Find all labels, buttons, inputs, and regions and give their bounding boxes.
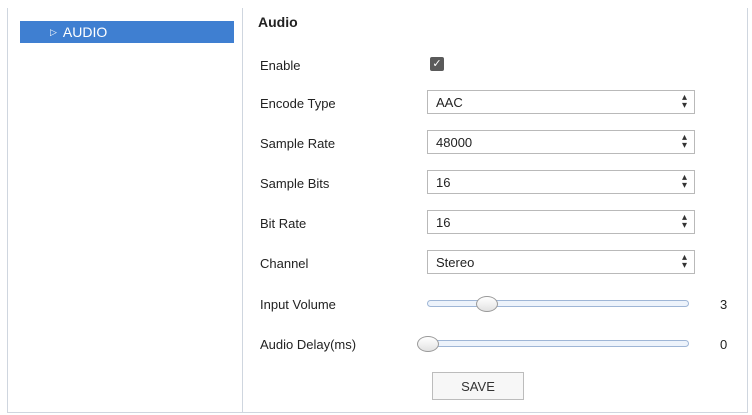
audio-settings-panel: Audio Enable ✓ Encode Type AAC ▴ ▾ Sample… [243, 8, 748, 413]
save-button[interactable]: SAVE [432, 372, 524, 400]
sample-rate-value: 48000 [436, 134, 473, 150]
select-caret-icon: ▴ ▾ [681, 92, 687, 111]
input-volume-slider-thumb[interactable] [476, 296, 498, 312]
sample-bits-label: Sample Bits [260, 176, 330, 191]
select-caret-icon: ▴ ▾ [681, 172, 687, 191]
channel-label: Channel [260, 256, 309, 271]
page-title: Audio [258, 14, 298, 30]
triangle-right-icon: ▷ [50, 26, 57, 37]
bit-rate-select[interactable]: 16 ▴ ▾ [427, 210, 695, 234]
audio-delay-value: 0 [720, 337, 728, 352]
sample-bits-value: 16 [436, 174, 451, 190]
channel-select[interactable]: Stereo ▴ ▾ [427, 250, 695, 274]
sidebar: ▷ AUDIO [7, 8, 243, 413]
sample-rate-label: Sample Rate [260, 136, 336, 151]
select-caret-icon: ▴ ▾ [681, 252, 687, 271]
enable-checkbox[interactable]: ✓ [430, 57, 444, 71]
input-volume-slider-track[interactable] [427, 300, 689, 307]
input-volume-label: Input Volume [260, 297, 336, 312]
audio-delay-slider-track[interactable] [427, 340, 689, 347]
enable-label: Enable [260, 58, 301, 73]
sample-rate-select[interactable]: 48000 ▴ ▾ [427, 130, 695, 154]
audio-delay-label: Audio Delay(ms) [260, 337, 357, 352]
checkmark-icon: ✓ [432, 57, 442, 70]
sample-bits-select[interactable]: 16 ▴ ▾ [427, 170, 695, 194]
channel-value: Stereo [436, 254, 475, 270]
sidebar-item-audio[interactable]: ▷ AUDIO [20, 21, 234, 43]
encode-type-select[interactable]: AAC ▴ ▾ [427, 90, 695, 114]
select-caret-icon: ▴ ▾ [681, 212, 687, 231]
input-volume-value: 3 [720, 297, 728, 312]
bit-rate-value: 16 [436, 214, 451, 230]
select-caret-icon: ▴ ▾ [681, 132, 687, 151]
audio-delay-slider-thumb[interactable] [417, 336, 439, 352]
encode-type-value: AAC [436, 94, 463, 110]
bit-rate-label: Bit Rate [260, 216, 307, 231]
sidebar-item-label: AUDIO [62, 24, 108, 40]
encode-type-label: Encode Type [260, 96, 336, 111]
